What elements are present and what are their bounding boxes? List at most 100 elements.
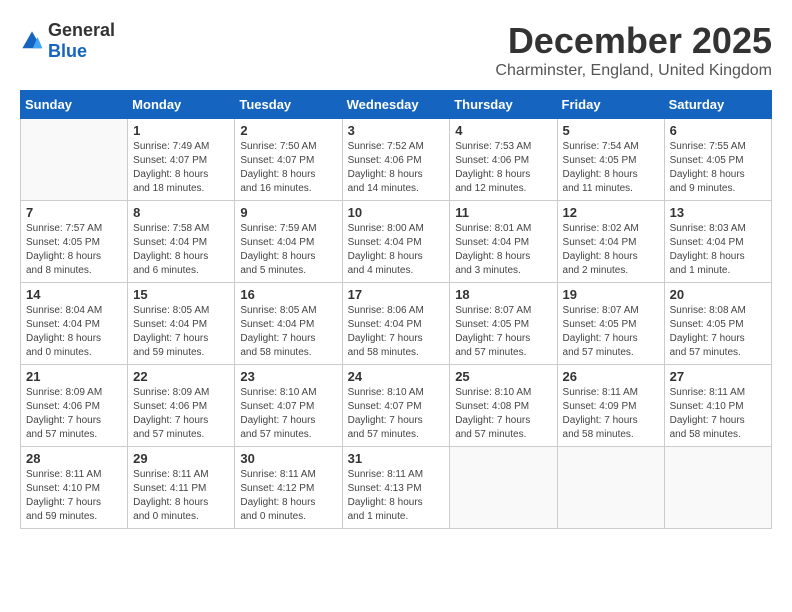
day-info: Sunrise: 8:05 AM Sunset: 4:04 PM Dayligh… (240, 304, 336, 360)
day-number: 28 (26, 451, 122, 466)
calendar-cell: 27 Sunrise: 8:11 AM Sunset: 4:10 PM Dayli… (664, 365, 771, 447)
weekday-header-row: SundayMondayTuesdayWednesdayThursdayFrid… (21, 91, 772, 119)
day-info: Sunrise: 7:59 AM Sunset: 4:04 PM Dayligh… (240, 222, 336, 278)
day-info: Sunrise: 8:01 AM Sunset: 4:04 PM Dayligh… (455, 222, 551, 278)
calendar-week-4: 21 Sunrise: 8:09 AM Sunset: 4:06 PM Dayli… (21, 365, 772, 447)
day-info: Sunrise: 8:11 AM Sunset: 4:11 PM Dayligh… (133, 468, 229, 524)
logo-blue: Blue (48, 41, 87, 61)
calendar-week-1: 1 Sunrise: 7:49 AM Sunset: 4:07 PM Daylig… (21, 119, 772, 201)
day-number: 21 (26, 369, 122, 384)
calendar-cell: 9 Sunrise: 7:59 AM Sunset: 4:04 PM Daylig… (235, 201, 342, 283)
day-number: 15 (133, 287, 229, 302)
calendar-cell: 21 Sunrise: 8:09 AM Sunset: 4:06 PM Dayli… (21, 365, 128, 447)
weekday-sunday: Sunday (21, 91, 128, 119)
day-info: Sunrise: 7:53 AM Sunset: 4:06 PM Dayligh… (455, 140, 551, 196)
calendar-table: SundayMondayTuesdayWednesdayThursdayFrid… (20, 90, 772, 529)
day-number: 18 (455, 287, 551, 302)
day-info: Sunrise: 8:07 AM Sunset: 4:05 PM Dayligh… (455, 304, 551, 360)
logo-icon (20, 29, 44, 53)
weekday-thursday: Thursday (450, 91, 557, 119)
calendar-cell (664, 447, 771, 529)
calendar-week-3: 14Sunrise: 8:04 AM Sunset: 4:04 PM Dayli… (21, 283, 772, 365)
calendar-cell: 2Sunrise: 7:50 AM Sunset: 4:07 PM Daylig… (235, 119, 342, 201)
page-header: General Blue December 2025 Charminster, … (20, 20, 772, 80)
day-number: 17 (348, 287, 445, 302)
day-info: Sunrise: 7:54 AM Sunset: 4:05 PM Dayligh… (563, 140, 659, 196)
calendar-cell: 10Sunrise: 8:00 AM Sunset: 4:04 PM Dayli… (342, 201, 450, 283)
day-number: 8 (133, 205, 229, 220)
calendar-cell: 24Sunrise: 8:10 AM Sunset: 4:07 PM Dayli… (342, 365, 450, 447)
calendar-cell: 25 Sunrise: 8:10 AM Sunset: 4:08 PM Dayli… (450, 365, 557, 447)
calendar-cell: 31 Sunrise: 8:11 AM Sunset: 4:13 PM Dayli… (342, 447, 450, 529)
calendar-cell: 15Sunrise: 8:05 AM Sunset: 4:04 PM Dayli… (128, 283, 235, 365)
day-number: 22 (133, 369, 229, 384)
day-info: Sunrise: 8:02 AM Sunset: 4:04 PM Dayligh… (563, 222, 659, 278)
day-number: 13 (670, 205, 766, 220)
day-number: 3 (348, 123, 445, 138)
calendar-cell: 14Sunrise: 8:04 AM Sunset: 4:04 PM Dayli… (21, 283, 128, 365)
day-number: 23 (240, 369, 336, 384)
day-info: Sunrise: 8:09 AM Sunset: 4:06 PM Dayligh… (26, 386, 122, 442)
day-info: Sunrise: 8:11 AM Sunset: 4:10 PM Dayligh… (26, 468, 122, 524)
day-info: Sunrise: 8:07 AM Sunset: 4:05 PM Dayligh… (563, 304, 659, 360)
logo: General Blue (20, 20, 115, 62)
calendar-cell: 22 Sunrise: 8:09 AM Sunset: 4:06 PM Dayli… (128, 365, 235, 447)
calendar-cell: 4 Sunrise: 7:53 AM Sunset: 4:06 PM Daylig… (450, 119, 557, 201)
day-info: Sunrise: 8:09 AM Sunset: 4:06 PM Dayligh… (133, 386, 229, 442)
calendar-cell: 29 Sunrise: 8:11 AM Sunset: 4:11 PM Dayli… (128, 447, 235, 529)
logo-general: General (48, 20, 115, 40)
calendar-week-2: 7Sunrise: 7:57 AM Sunset: 4:05 PM Daylig… (21, 201, 772, 283)
calendar-cell: 26 Sunrise: 8:11 AM Sunset: 4:09 PM Dayli… (557, 365, 664, 447)
day-info: Sunrise: 7:49 AM Sunset: 4:07 PM Dayligh… (133, 140, 229, 196)
calendar-cell: 17 Sunrise: 8:06 AM Sunset: 4:04 PM Dayli… (342, 283, 450, 365)
day-number: 25 (455, 369, 551, 384)
calendar-cell: 30 Sunrise: 8:11 AM Sunset: 4:12 PM Dayli… (235, 447, 342, 529)
day-number: 1 (133, 123, 229, 138)
day-info: Sunrise: 8:10 AM Sunset: 4:08 PM Dayligh… (455, 386, 551, 442)
weekday-wednesday: Wednesday (342, 91, 450, 119)
day-number: 5 (563, 123, 659, 138)
calendar-cell: 18 Sunrise: 8:07 AM Sunset: 4:05 PM Dayli… (450, 283, 557, 365)
day-number: 11 (455, 205, 551, 220)
calendar-cell (21, 119, 128, 201)
day-number: 2 (240, 123, 336, 138)
calendar-cell: 11 Sunrise: 8:01 AM Sunset: 4:04 PM Dayli… (450, 201, 557, 283)
day-info: Sunrise: 8:08 AM Sunset: 4:05 PM Dayligh… (670, 304, 766, 360)
calendar-cell (557, 447, 664, 529)
calendar-cell: 3Sunrise: 7:52 AM Sunset: 4:06 PM Daylig… (342, 119, 450, 201)
day-number: 9 (240, 205, 336, 220)
calendar-cell: 6 Sunrise: 7:55 AM Sunset: 4:05 PM Daylig… (664, 119, 771, 201)
day-info: Sunrise: 8:11 AM Sunset: 4:13 PM Dayligh… (348, 468, 445, 524)
day-info: Sunrise: 8:10 AM Sunset: 4:07 PM Dayligh… (240, 386, 336, 442)
month-title: December 2025 (495, 20, 772, 62)
day-number: 6 (670, 123, 766, 138)
day-number: 30 (240, 451, 336, 466)
calendar-cell: 20Sunrise: 8:08 AM Sunset: 4:05 PM Dayli… (664, 283, 771, 365)
calendar-cell: 8Sunrise: 7:58 AM Sunset: 4:04 PM Daylig… (128, 201, 235, 283)
weekday-saturday: Saturday (664, 91, 771, 119)
weekday-tuesday: Tuesday (235, 91, 342, 119)
day-info: Sunrise: 8:06 AM Sunset: 4:04 PM Dayligh… (348, 304, 445, 360)
day-number: 27 (670, 369, 766, 384)
calendar-week-5: 28 Sunrise: 8:11 AM Sunset: 4:10 PM Dayli… (21, 447, 772, 529)
day-number: 19 (563, 287, 659, 302)
day-number: 26 (563, 369, 659, 384)
calendar-cell: 7Sunrise: 7:57 AM Sunset: 4:05 PM Daylig… (21, 201, 128, 283)
day-info: Sunrise: 8:04 AM Sunset: 4:04 PM Dayligh… (26, 304, 122, 360)
day-number: 12 (563, 205, 659, 220)
day-number: 10 (348, 205, 445, 220)
day-number: 4 (455, 123, 551, 138)
day-info: Sunrise: 8:11 AM Sunset: 4:12 PM Dayligh… (240, 468, 336, 524)
location-title: Charminster, England, United Kingdom (495, 62, 772, 80)
day-info: Sunrise: 7:55 AM Sunset: 4:05 PM Dayligh… (670, 140, 766, 196)
day-info: Sunrise: 8:11 AM Sunset: 4:10 PM Dayligh… (670, 386, 766, 442)
day-number: 24 (348, 369, 445, 384)
weekday-monday: Monday (128, 91, 235, 119)
title-area: December 2025 Charminster, England, Unit… (495, 20, 772, 80)
calendar-cell: 16Sunrise: 8:05 AM Sunset: 4:04 PM Dayli… (235, 283, 342, 365)
day-info: Sunrise: 7:57 AM Sunset: 4:05 PM Dayligh… (26, 222, 122, 278)
day-number: 31 (348, 451, 445, 466)
day-info: Sunrise: 8:11 AM Sunset: 4:09 PM Dayligh… (563, 386, 659, 442)
calendar-cell: 23 Sunrise: 8:10 AM Sunset: 4:07 PM Dayli… (235, 365, 342, 447)
day-number: 29 (133, 451, 229, 466)
